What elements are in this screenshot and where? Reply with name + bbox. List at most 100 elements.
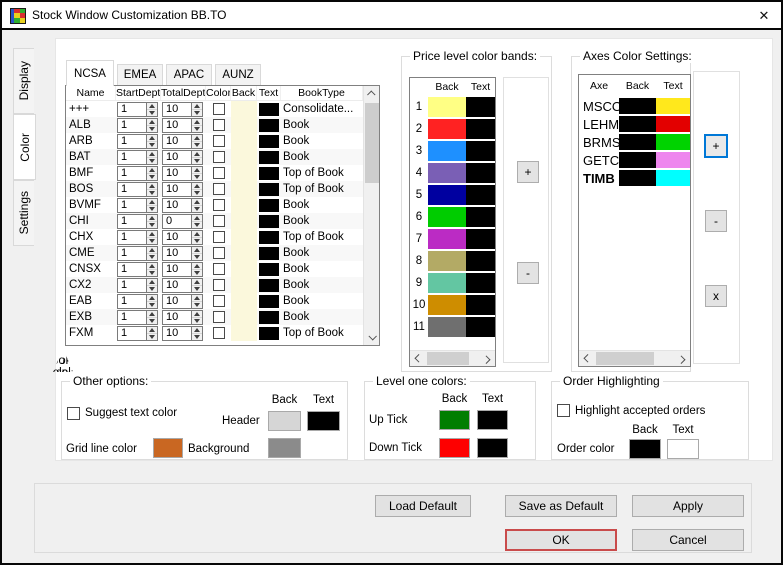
price-band-row[interactable]: 8 — [410, 250, 495, 272]
spin-up-icon[interactable] — [147, 231, 157, 238]
band-text-swatch[interactable] — [466, 229, 495, 249]
spin-down-icon[interactable] — [192, 254, 202, 260]
region-tab[interactable]: EMEA — [117, 64, 163, 86]
spin-up-icon[interactable] — [192, 279, 202, 286]
down-tick-back-swatch[interactable] — [439, 438, 470, 458]
back-color-swatch[interactable] — [231, 293, 257, 309]
spin-down-icon[interactable] — [147, 222, 157, 228]
side-tab[interactable]: Color — [13, 114, 36, 180]
scroll-left-icon[interactable] — [410, 351, 426, 367]
spin-down-icon[interactable] — [147, 318, 157, 324]
spin-down-icon[interactable] — [192, 318, 202, 324]
delete-axe-button[interactable]: x — [705, 285, 727, 307]
spin-down-icon[interactable] — [192, 142, 202, 148]
spin-down-icon[interactable] — [147, 286, 157, 292]
start-depth-spinner[interactable]: 1 — [117, 118, 158, 133]
apply-button[interactable]: Apply — [632, 495, 744, 517]
axe-back-swatch[interactable] — [619, 116, 656, 132]
color-checkbox[interactable] — [213, 231, 225, 243]
color-checkbox[interactable] — [213, 119, 225, 131]
close-icon[interactable]: ✕ — [755, 7, 773, 25]
band-text-swatch[interactable] — [466, 97, 495, 117]
band-back-swatch[interactable] — [428, 119, 466, 139]
spin-up-icon[interactable] — [192, 311, 202, 318]
back-color-swatch[interactable] — [231, 309, 257, 325]
spin-up-icon[interactable] — [192, 119, 202, 126]
price-band-row[interactable]: 3 — [410, 140, 495, 162]
text-color-swatch[interactable] — [259, 119, 279, 132]
side-tab[interactable]: Settings — [13, 180, 34, 246]
start-depth-spinner[interactable]: 1 — [117, 230, 158, 245]
text-color-swatch[interactable] — [259, 279, 279, 292]
color-checkbox[interactable] — [213, 247, 225, 259]
text-color-swatch[interactable] — [259, 135, 279, 148]
highlight-accepted-orders-checkbox[interactable] — [557, 404, 570, 417]
back-color-swatch[interactable] — [231, 117, 257, 133]
total-depth-spinner[interactable]: 10 — [162, 166, 203, 181]
color-checkbox[interactable] — [213, 151, 225, 163]
scroll-thumb[interactable] — [596, 352, 654, 365]
load-default-button[interactable]: Load Default — [375, 495, 471, 517]
back-color-swatch[interactable] — [231, 277, 257, 293]
down-tick-text-swatch[interactable] — [477, 438, 508, 458]
back-color-swatch[interactable] — [231, 197, 257, 213]
back-color-swatch[interactable] — [231, 245, 257, 261]
axes-row[interactable]: BRMS — [579, 133, 690, 151]
text-color-swatch[interactable] — [259, 167, 279, 180]
axe-back-swatch[interactable] — [619, 152, 656, 168]
text-color-swatch[interactable] — [259, 231, 279, 244]
band-back-swatch[interactable] — [428, 317, 466, 337]
price-band-row[interactable]: 11 — [410, 316, 495, 338]
back-color-swatch[interactable] — [231, 133, 257, 149]
axes-list-hscrollbar[interactable] — [579, 350, 690, 366]
spin-up-icon[interactable] — [147, 295, 157, 302]
band-back-swatch[interactable] — [428, 97, 466, 117]
spin-up-icon[interactable] — [192, 215, 202, 222]
order-text-swatch[interactable] — [667, 439, 699, 459]
total-depth-spinner[interactable]: 10 — [162, 102, 203, 117]
table-vertical-scrollbar[interactable] — [363, 86, 379, 345]
header-text-swatch[interactable] — [307, 411, 340, 431]
cancel-button[interactable]: Cancel — [632, 529, 744, 551]
price-band-row[interactable]: 7 — [410, 228, 495, 250]
back-color-swatch[interactable] — [231, 261, 257, 277]
spin-down-icon[interactable] — [147, 190, 157, 196]
ok-button[interactable]: OK — [505, 529, 617, 551]
start-depth-spinner[interactable]: 1 — [117, 150, 158, 165]
spin-up-icon[interactable] — [147, 215, 157, 222]
spin-down-icon[interactable] — [192, 206, 202, 212]
spin-down-icon[interactable] — [147, 302, 157, 308]
total-depth-spinner[interactable]: 10 — [162, 294, 203, 309]
band-text-swatch[interactable] — [466, 141, 495, 161]
back-color-swatch[interactable] — [231, 165, 257, 181]
text-color-swatch[interactable] — [259, 151, 279, 164]
text-color-swatch[interactable] — [259, 263, 279, 276]
color-checkbox[interactable] — [213, 279, 225, 291]
side-tab[interactable]: Display — [13, 48, 34, 114]
spin-up-icon[interactable] — [192, 135, 202, 142]
start-depth-spinner[interactable]: 1 — [117, 102, 158, 117]
color-checkbox[interactable] — [213, 183, 225, 195]
spin-up-icon[interactable] — [147, 311, 157, 318]
total-depth-spinner[interactable]: 10 — [162, 198, 203, 213]
axe-text-swatch[interactable] — [656, 170, 690, 186]
background-swatch[interactable] — [268, 438, 301, 458]
spin-up-icon[interactable] — [192, 183, 202, 190]
color-checkbox[interactable] — [213, 311, 225, 323]
axe-back-swatch[interactable] — [619, 134, 656, 150]
price-band-row[interactable]: 4 — [410, 162, 495, 184]
region-tab[interactable]: AUNZ — [215, 64, 261, 86]
axe-text-swatch[interactable] — [656, 134, 690, 150]
spin-down-icon[interactable] — [192, 126, 202, 132]
color-checkbox[interactable] — [213, 199, 225, 211]
price-band-row[interactable]: 2 — [410, 118, 495, 140]
spin-down-icon[interactable] — [147, 206, 157, 212]
axe-text-swatch[interactable] — [656, 116, 690, 132]
scroll-right-icon[interactable] — [674, 351, 690, 367]
scroll-down-icon[interactable] — [364, 329, 380, 345]
start-depth-spinner[interactable]: 1 — [117, 294, 158, 309]
back-color-swatch[interactable] — [231, 181, 257, 197]
spin-down-icon[interactable] — [147, 158, 157, 164]
text-color-swatch[interactable] — [259, 183, 279, 196]
spin-down-icon[interactable] — [192, 174, 202, 180]
